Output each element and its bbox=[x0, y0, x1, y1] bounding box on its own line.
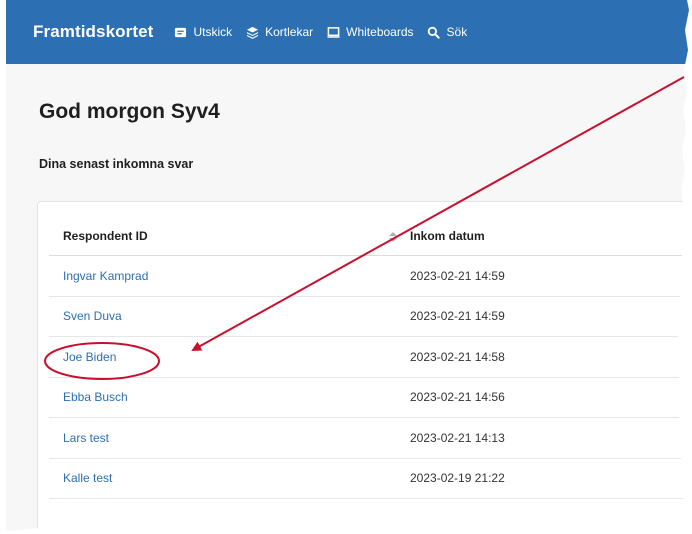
nav-item-label: Sök bbox=[446, 25, 468, 39]
column-header-inkom-datum[interactable]: Inkom datum bbox=[397, 229, 485, 243]
search-icon bbox=[427, 25, 441, 39]
responses-table: Respondent ID Inkom datum Ingvar Kamprad… bbox=[49, 216, 692, 499]
brand-logo[interactable]: Framtidskortet bbox=[33, 22, 153, 42]
table-row: Ebba Busch 2023-02-21 14:56 bbox=[49, 378, 692, 418]
respondent-link[interactable]: Joe Biden bbox=[63, 350, 116, 364]
column-header-respondent-id[interactable]: Respondent ID bbox=[49, 229, 397, 243]
responses-card: Respondent ID Inkom datum Ingvar Kamprad… bbox=[37, 201, 692, 531]
respondent-link[interactable]: Ebba Busch bbox=[63, 390, 128, 404]
layers-icon bbox=[245, 25, 259, 39]
top-navbar: Framtidskortet Utskick Kortlekar Whitebo… bbox=[6, 0, 692, 64]
respondent-link[interactable]: Kalle test bbox=[63, 471, 112, 485]
nav-item-utskick[interactable]: Utskick bbox=[173, 25, 232, 39]
received-date: 2023-02-21 14:59 bbox=[410, 309, 505, 324]
table-row: Sven Duva 2023-02-21 14:59 bbox=[49, 297, 692, 337]
table-header: Respondent ID Inkom datum bbox=[49, 216, 692, 256]
monitor-icon bbox=[326, 25, 340, 39]
table-row: Ingvar Kamprad 2023-02-21 14:59 bbox=[49, 256, 692, 297]
nav-item-label: Kortlekar bbox=[265, 25, 314, 39]
sort-icon[interactable] bbox=[389, 231, 397, 242]
respondent-link[interactable]: Sven Duva bbox=[63, 309, 122, 323]
nav-item-kortlekar[interactable]: Kortlekar bbox=[245, 25, 313, 39]
received-date: 2023-02-19 21:22 bbox=[410, 471, 505, 486]
table-row: Joe Biden 2023-02-21 14:58 bbox=[49, 337, 692, 378]
page: Framtidskortet Utskick Kortlekar Whitebo… bbox=[6, 0, 692, 534]
received-date: 2023-02-21 14:59 bbox=[410, 268, 505, 283]
received-date: 2023-02-21 14:58 bbox=[410, 349, 505, 364]
nav-item-whiteboards[interactable]: Whiteboards bbox=[326, 25, 414, 39]
respondent-link[interactable]: Ingvar Kamprad bbox=[63, 269, 148, 283]
section-heading: Dina senast inkomna svar bbox=[39, 157, 194, 171]
mail-icon bbox=[173, 25, 187, 39]
table-row: Lars test 2023-02-21 14:13 bbox=[49, 418, 692, 459]
nav-item-sok[interactable]: Sök bbox=[427, 25, 468, 39]
nav-item-label: Utskick bbox=[193, 25, 233, 39]
respondent-link[interactable]: Lars test bbox=[63, 431, 109, 445]
table-row: Kalle test 2023-02-19 21:22 bbox=[49, 459, 692, 499]
received-date: 2023-02-21 14:56 bbox=[410, 390, 505, 405]
nav-item-label: Whiteboards bbox=[346, 25, 414, 39]
received-date: 2023-02-21 14:13 bbox=[410, 430, 505, 445]
page-title: God morgon Syv4 bbox=[39, 100, 220, 123]
